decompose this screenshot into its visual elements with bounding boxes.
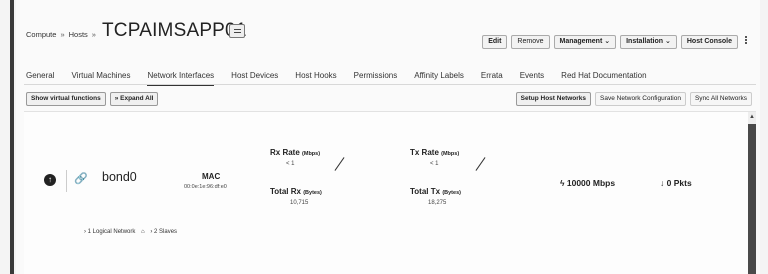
speed-value: 10000 Mbps xyxy=(566,178,616,188)
show-virtual-functions-button[interactable]: Show virtual functions xyxy=(26,92,106,106)
host-details-panel: Compute» Hosts» TCPAIMSAPP01 Edit Remove … xyxy=(16,0,760,274)
mac-label: MAC xyxy=(202,172,221,181)
setup-host-networks-button[interactable]: Setup Host Networks xyxy=(515,92,592,106)
interface-summary: › 1 Logical Network ⌂ › 2 Slaves xyxy=(84,229,177,235)
interface-name: bond0 xyxy=(102,170,137,184)
pkts-value: 0 Pkts xyxy=(666,178,692,188)
toolbar-right: Setup Host Networks Save Network Configu… xyxy=(515,92,752,106)
link-icon: 🔗 xyxy=(74,173,88,185)
breadcrumb-separator: » xyxy=(60,30,65,39)
save-network-configuration-button[interactable]: Save Network Configuration xyxy=(595,92,686,106)
breadcrumb-hosts[interactable]: Hosts xyxy=(69,30,88,39)
total-rx-value: 10,715 xyxy=(290,200,309,206)
rx-rate-value: < 1 xyxy=(286,161,295,167)
rx-rate-label-text: Rx Rate xyxy=(270,148,300,157)
network-icon: ⌂ xyxy=(141,229,145,235)
scrollbar-thumb[interactable] xyxy=(748,124,756,274)
total-tx-label: Total Tx (Bytes) xyxy=(410,187,461,196)
sync-all-networks-button[interactable]: Sync All Networks xyxy=(689,92,752,106)
management-dropdown[interactable]: Management ⌄ xyxy=(553,35,617,49)
interface-row[interactable]: ↑ 🔗 bond0 MAC 00:0e:1e:96:df:e0 Rx Rate … xyxy=(24,126,744,235)
interfaces-list: ▲ ↑ 🔗 bond0 MAC 00:0e:1e:96:df:e0 Rx Rat… xyxy=(24,111,756,274)
arrow-down-icon: ↓ xyxy=(660,178,665,188)
page-header: Compute» Hosts» TCPAIMSAPP01 Edit Remove … xyxy=(26,18,752,49)
host-console-button[interactable]: Host Console xyxy=(680,35,738,49)
total-rx-label: Total Rx (Bytes) xyxy=(270,187,322,196)
chevron-right-icon[interactable]: › xyxy=(84,229,86,235)
edit-button[interactable]: Edit xyxy=(482,35,508,49)
title-menu-button[interactable] xyxy=(229,24,245,38)
total-rx-label-text: Total Rx xyxy=(270,187,301,196)
lightning-icon: ϟ xyxy=(560,178,565,188)
tx-sparkline xyxy=(475,157,486,171)
slaves-toggle[interactable]: 2 Slaves xyxy=(154,229,177,235)
toolbar-left: Show virtual functions » Expand All xyxy=(26,92,159,106)
tx-rate-label: Tx Rate (Mbps) xyxy=(410,148,459,157)
header-actions: Edit Remove Management ⌄ Installation ⌄ … xyxy=(482,35,738,49)
menu-line xyxy=(234,32,241,33)
total-tx-label-text: Total Tx xyxy=(410,187,441,196)
tab-divider xyxy=(24,84,756,85)
link-speed: ϟ 10000 Mbps xyxy=(560,178,615,188)
remove-button[interactable]: Remove xyxy=(511,35,550,49)
total-rx-unit: (Bytes) xyxy=(303,190,322,196)
rx-rate-unit: (Mbps) xyxy=(302,151,321,157)
rx-sparkline xyxy=(334,157,345,171)
tx-rate-unit: (Mbps) xyxy=(441,151,460,157)
breadcrumb-compute[interactable]: Compute xyxy=(26,30,56,39)
installation-dropdown[interactable]: Installation ⌄ xyxy=(620,35,677,49)
breadcrumb: Compute» Hosts» xyxy=(26,30,100,39)
scroll-up-arrow-icon[interactable]: ▲ xyxy=(749,114,755,120)
page-title: TCPAIMSAPP01 xyxy=(102,20,247,41)
left-edge-bar xyxy=(10,0,14,274)
chevron-right-icon[interactable]: › xyxy=(150,229,152,235)
mac-value: 00:0e:1e:96:df:e0 xyxy=(184,184,227,190)
status-up-icon: ↑ xyxy=(44,174,56,186)
menu-line xyxy=(234,29,241,30)
expand-all-button[interactable]: » Expand All xyxy=(109,92,159,106)
breadcrumb-separator: » xyxy=(91,30,96,39)
tx-rate-value: < 1 xyxy=(430,161,439,167)
logical-networks-toggle[interactable]: 1 Logical Network xyxy=(88,229,136,235)
vertical-divider xyxy=(66,170,67,192)
total-tx-unit: (Bytes) xyxy=(442,190,461,196)
dropped-packets: ↓ 0 Pkts xyxy=(660,178,692,188)
total-tx-value: 18,275 xyxy=(428,200,447,206)
kebab-menu-icon[interactable] xyxy=(744,35,748,49)
tx-rate-label-text: Tx Rate xyxy=(410,148,439,157)
rx-rate-label: Rx Rate (Mbps) xyxy=(270,148,320,157)
